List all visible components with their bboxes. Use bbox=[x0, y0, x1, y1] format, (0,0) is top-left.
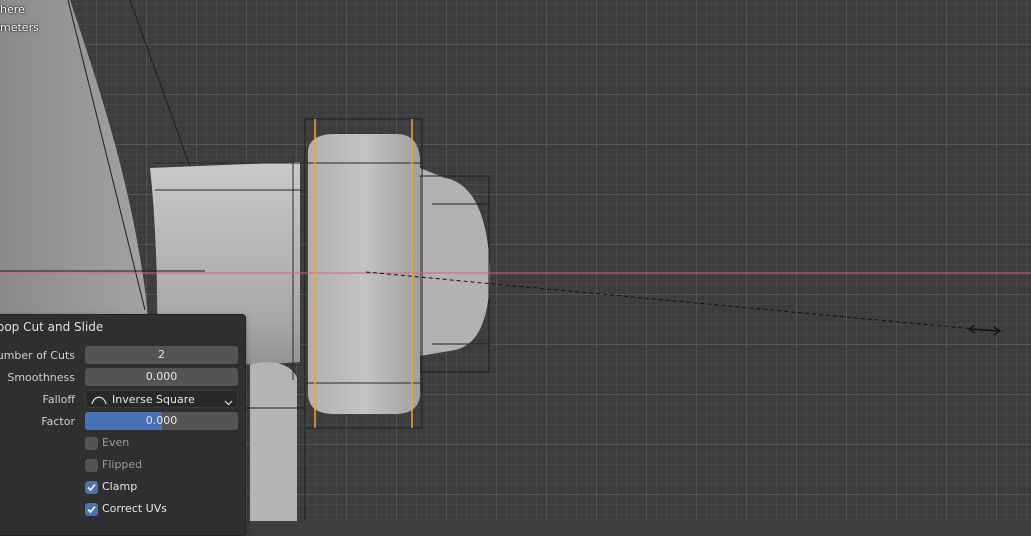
clamp-checkbox[interactable] bbox=[85, 481, 98, 494]
panel-title[interactable]: oop Cut and Slide bbox=[0, 320, 103, 334]
number-of-cuts-label: Number of Cuts bbox=[0, 349, 75, 362]
factor-slider[interactable]: 0.000 bbox=[85, 412, 238, 430]
even-label: Even bbox=[102, 436, 130, 449]
correct-uvs-checkbox[interactable] bbox=[85, 503, 98, 516]
even-checkbox[interactable] bbox=[85, 437, 98, 450]
flipped-label: Flipped bbox=[102, 458, 143, 471]
viewport-unit-text: meters bbox=[0, 21, 39, 34]
inverse-square-curve-icon bbox=[91, 393, 107, 407]
chevron-down-icon bbox=[224, 395, 233, 407]
cap-mesh bbox=[420, 168, 490, 356]
body-wire-edge bbox=[129, 0, 194, 176]
leg-mesh bbox=[250, 362, 297, 521]
3d-viewport[interactable]: here meters oop Cut and Slide Number of … bbox=[0, 0, 1031, 536]
correct-uvs-label: Correct UVs bbox=[102, 502, 167, 515]
flipped-checkbox[interactable] bbox=[85, 459, 98, 472]
factor-value: 0.000 bbox=[145, 414, 178, 427]
number-of-cuts-field[interactable]: 2 bbox=[85, 346, 238, 364]
clamp-label: Clamp bbox=[102, 480, 138, 493]
smoothness-field[interactable]: 0.000 bbox=[85, 368, 238, 386]
smoothness-label: Smoothness bbox=[7, 371, 75, 384]
falloff-value: Inverse Square bbox=[112, 393, 195, 406]
viewport-info-text: here bbox=[0, 3, 25, 16]
operator-panel: oop Cut and Slide Number of Cuts 2 Smoot… bbox=[0, 314, 246, 536]
collar-mesh bbox=[308, 134, 420, 414]
falloff-dropdown[interactable]: Inverse Square bbox=[85, 390, 238, 408]
falloff-label: Falloff bbox=[42, 393, 75, 406]
factor-label: Factor bbox=[41, 415, 75, 428]
slide-cursor-icon bbox=[967, 324, 1002, 336]
